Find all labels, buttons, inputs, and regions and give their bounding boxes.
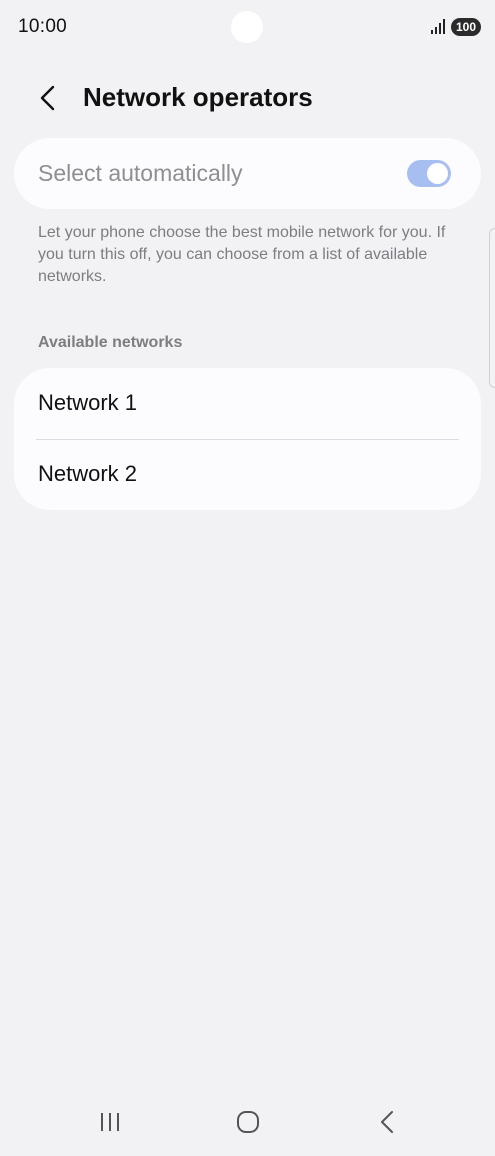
network-item-label: Network 2 — [38, 461, 138, 486]
network-item-label: Network 1 — [38, 390, 138, 415]
scroll-indicator[interactable] — [489, 228, 495, 388]
select-automatically-toggle[interactable] — [407, 160, 451, 187]
auto-select-description: Let your phone choose the best mobile ne… — [38, 224, 446, 285]
available-networks-header: Available networks — [38, 334, 183, 351]
select-automatically-label: Select automatically — [38, 160, 243, 186]
recent-apps-button[interactable] — [90, 1106, 130, 1138]
navigation-bar — [0, 1092, 495, 1152]
camera-cutout — [231, 11, 263, 43]
recent-apps-icon — [101, 1113, 119, 1131]
screen: 10:00 100 Network operators Select autom… — [0, 0, 495, 1156]
network-item-1[interactable]: Network 1 — [14, 368, 481, 439]
networks-list: Network 1 Network 2 — [14, 368, 481, 510]
header: Network operators — [0, 72, 495, 122]
page-title: Network operators — [83, 82, 313, 112]
toggle-knob — [427, 163, 448, 184]
status-time: 10:00 — [18, 16, 68, 37]
home-icon — [237, 1111, 259, 1133]
status-bar: 10:00 100 — [0, 0, 495, 56]
select-automatically-row[interactable]: Select automatically — [14, 138, 481, 209]
back-button[interactable] — [30, 80, 66, 116]
nav-back-button[interactable] — [367, 1106, 407, 1138]
home-button[interactable] — [228, 1106, 268, 1138]
back-icon — [381, 1111, 393, 1133]
chevron-left-icon — [40, 85, 55, 111]
signal-icon — [431, 19, 445, 34]
network-item-2[interactable]: Network 2 — [14, 439, 481, 510]
battery-badge: 100 — [451, 18, 481, 36]
